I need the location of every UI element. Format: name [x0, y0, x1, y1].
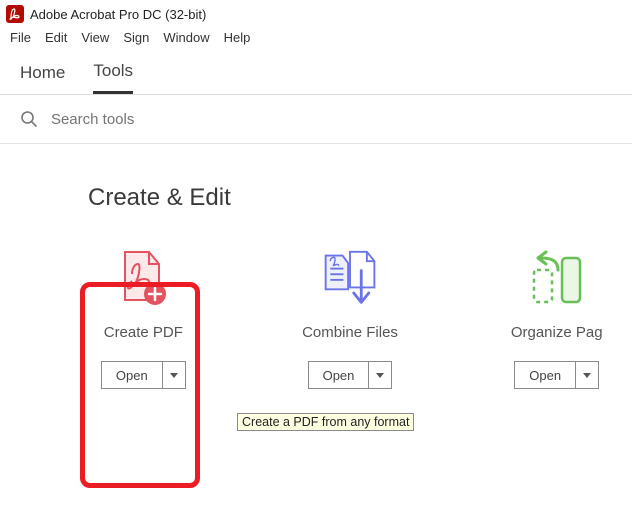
- app-title: Adobe Acrobat Pro DC (32-bit): [30, 7, 206, 22]
- card-organize-pages[interactable]: Organize Pag Open: [501, 248, 612, 389]
- tab-home[interactable]: Home: [20, 63, 65, 93]
- section-title: Create & Edit: [88, 184, 612, 212]
- chevron-down-icon[interactable]: [369, 362, 391, 388]
- tab-tools[interactable]: Tools: [93, 61, 133, 94]
- chevron-down-icon[interactable]: [576, 362, 598, 388]
- menu-window[interactable]: Window: [163, 30, 209, 45]
- open-label: Open: [102, 362, 163, 388]
- search-row: [0, 95, 632, 144]
- menubar: File Edit View Sign Window Help: [0, 28, 632, 51]
- menu-help[interactable]: Help: [224, 30, 251, 45]
- open-label: Open: [309, 362, 370, 388]
- titlebar: Adobe Acrobat Pro DC (32-bit): [0, 0, 632, 28]
- create-pdf-icon: [113, 248, 173, 308]
- organize-pages-open-button[interactable]: Open: [514, 361, 599, 389]
- chevron-down-icon[interactable]: [163, 362, 185, 388]
- menu-file[interactable]: File: [10, 30, 31, 45]
- card-create-pdf[interactable]: Create PDF Open: [88, 248, 199, 389]
- content-area: Create & Edit Create PDF Open: [0, 144, 632, 389]
- menu-edit[interactable]: Edit: [45, 30, 67, 45]
- combine-files-icon: [320, 248, 380, 308]
- acrobat-icon: [6, 5, 24, 23]
- combine-files-open-button[interactable]: Open: [308, 361, 393, 389]
- create-pdf-label: Create PDF: [104, 324, 183, 341]
- cards-row: Create PDF Open Combi: [88, 248, 612, 389]
- tooltip: Create a PDF from any format: [237, 413, 414, 431]
- card-combine-files[interactable]: Combine Files Open: [295, 248, 406, 389]
- menu-sign[interactable]: Sign: [123, 30, 149, 45]
- search-input[interactable]: [51, 111, 612, 128]
- search-icon: [20, 109, 39, 129]
- menu-view[interactable]: View: [81, 30, 109, 45]
- toolbar-tabs: Home Tools: [0, 51, 632, 95]
- create-pdf-open-button[interactable]: Open: [101, 361, 186, 389]
- open-label: Open: [515, 362, 576, 388]
- combine-files-label: Combine Files: [302, 324, 398, 341]
- organize-pages-icon: [527, 248, 587, 308]
- organize-pages-label: Organize Pag: [511, 324, 603, 341]
